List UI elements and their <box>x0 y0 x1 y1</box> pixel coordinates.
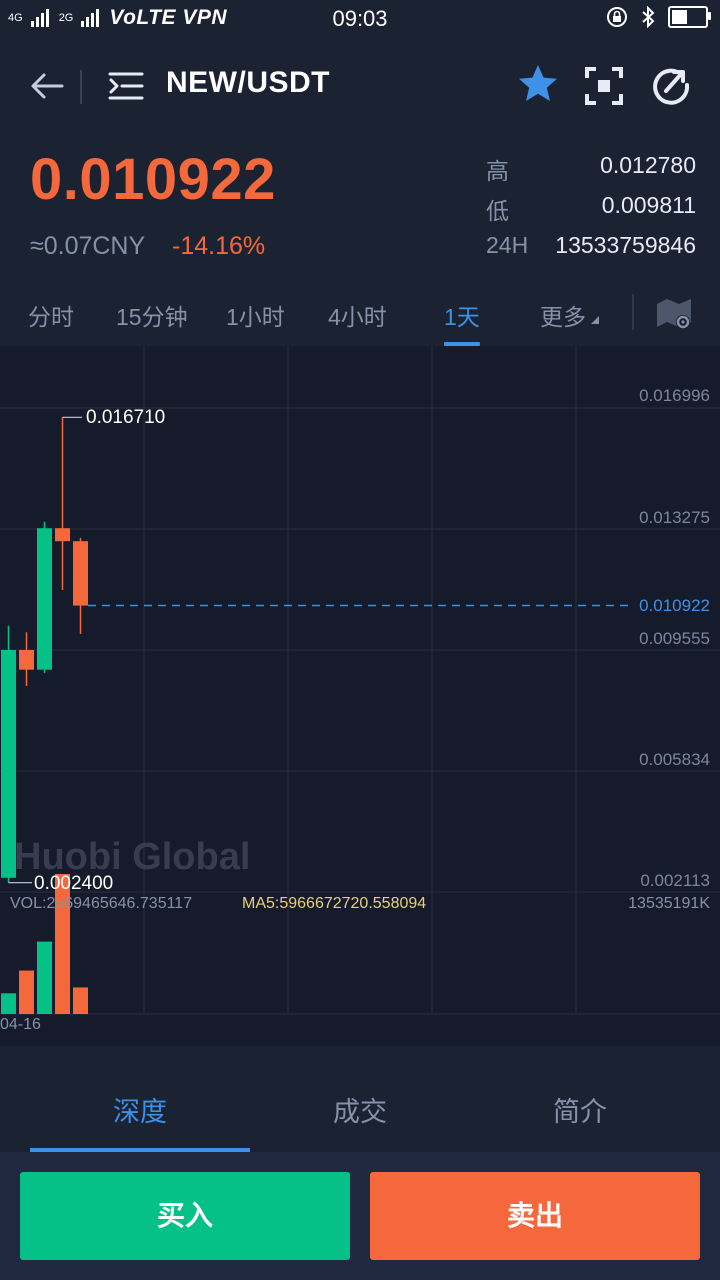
high-marker-label: 0.016710 <box>86 407 166 428</box>
cny-value: ≈0.07CNY <box>30 232 146 260</box>
candle-body <box>55 528 70 542</box>
volume-label: VOL:2569465646.735117 <box>10 895 193 912</box>
buy-button[interactable]: 买入 <box>20 1172 350 1260</box>
stat-low-value: 0.009811 <box>601 192 696 218</box>
tab-intro[interactable]: 简介 <box>470 1090 690 1129</box>
ma5-label: MA5:5966672720.558094 <box>242 895 427 912</box>
back-arrow-icon[interactable] <box>26 66 66 106</box>
volume-bar <box>1 993 16 1014</box>
stat-high-value: 0.012780 <box>600 152 696 178</box>
y-tick-label: 0.013275 <box>639 508 710 527</box>
header-divider <box>80 70 82 104</box>
low-marker-label: 0.002400 <box>34 873 114 894</box>
ticker-stats: 高 0.012780 低 0.009811 24H 13533759846 <box>486 150 696 270</box>
volume-max-label: 13535191K <box>628 895 710 912</box>
tab-1day[interactable]: 1天 <box>444 298 480 332</box>
bottom-tabs: 深度 成交 简介 <box>0 1066 720 1152</box>
caret-down-icon <box>591 316 599 324</box>
tab-depth[interactable]: 深度 <box>30 1090 250 1129</box>
scan-icon[interactable] <box>584 66 624 106</box>
x-axis-label: 04-16 <box>0 1016 41 1033</box>
volume-bar <box>37 941 52 1014</box>
tab-15min[interactable]: 15分钟 <box>116 298 188 332</box>
kline-svg <box>0 346 720 1015</box>
y-tick-label: 0.002113 <box>640 871 710 890</box>
stat-high: 高 0.012780 <box>486 150 696 190</box>
lock-rotation-icon <box>607 7 627 27</box>
chart-settings-icon[interactable] <box>654 296 694 332</box>
menu-list-icon[interactable] <box>106 66 146 106</box>
y-tick-label: 0.005834 <box>639 750 710 769</box>
volume-bar <box>73 987 88 1014</box>
stat-low: 低 0.009811 <box>486 190 696 230</box>
sell-button[interactable]: 卖出 <box>370 1172 700 1260</box>
stat-volume-value: 13533759846 <box>555 232 696 258</box>
candle-body <box>37 528 52 670</box>
spacer <box>0 1046 720 1066</box>
kline-chart[interactable]: Huobi Global 0.016996 0.013275 0.010922 … <box>0 346 720 1046</box>
stat-volume-label: 24H <box>486 232 529 258</box>
candle-body <box>73 541 88 606</box>
battery-icon <box>668 6 711 28</box>
y-tick-label: 0.016996 <box>639 386 710 405</box>
tab-4hour[interactable]: 4小时 <box>328 298 387 332</box>
stat-high-label: 高 <box>486 158 509 184</box>
tabs-divider <box>632 294 634 330</box>
current-price-tag: 0.010922 <box>639 596 710 615</box>
tab-more-label: 更多 <box>540 304 586 330</box>
action-bar: 买入 卖出 <box>0 1152 720 1280</box>
header-bar: NEW/USDT <box>0 40 720 132</box>
interval-tabs: 分时 15分钟 1小时 4小时 1天 更多 <box>0 288 720 344</box>
last-price: 0.010922 <box>30 147 276 212</box>
share-icon[interactable] <box>650 64 692 106</box>
tab-more[interactable]: 更多 <box>540 298 600 332</box>
y-tick-label: 0.009555 <box>639 629 710 648</box>
pair-title[interactable]: NEW/USDT <box>166 66 330 100</box>
volume-bar <box>19 970 34 1014</box>
star-icon[interactable] <box>516 62 560 106</box>
tab-timeshare[interactable]: 分时 <box>28 298 74 332</box>
tab-trades[interactable]: 成交 <box>250 1090 470 1129</box>
status-right <box>606 6 711 28</box>
change-percent: -14.16% <box>172 232 266 260</box>
status-bar: 4G 2G VoLTE VPN 09:03 <box>0 0 720 40</box>
stat-volume: 24H 13533759846 <box>486 230 696 270</box>
tab-1hour[interactable]: 1小时 <box>226 298 285 332</box>
candle-body <box>19 649 34 670</box>
stat-low-label: 低 <box>486 198 509 224</box>
bluetooth-icon <box>642 6 655 28</box>
